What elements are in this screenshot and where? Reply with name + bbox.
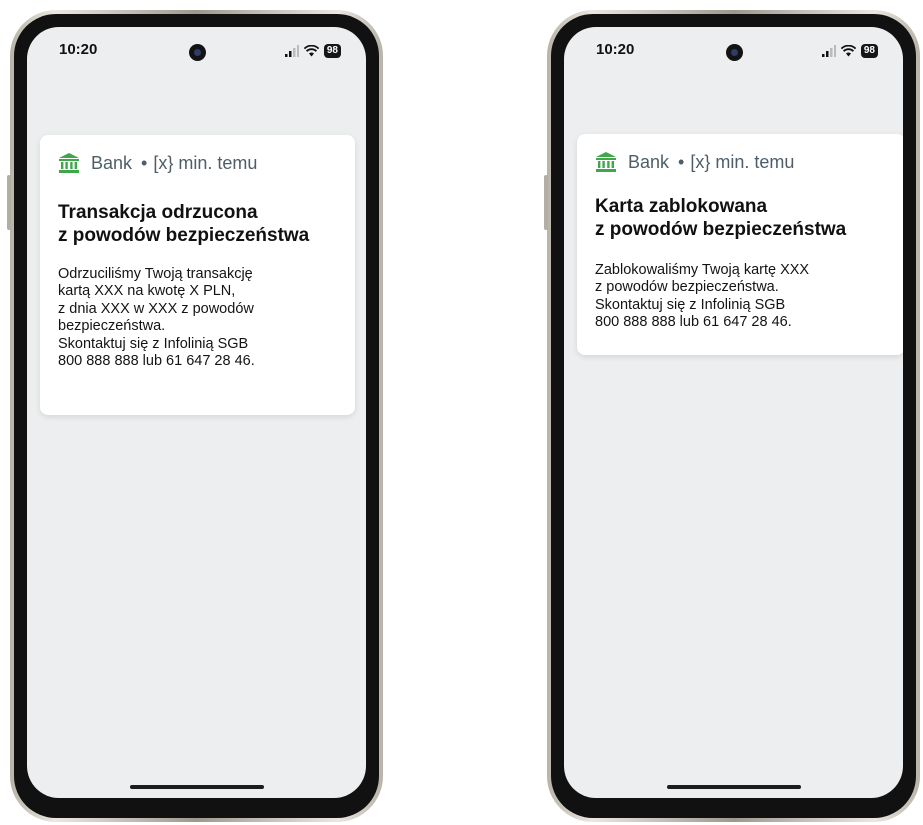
wifi-icon <box>303 45 319 57</box>
battery-icon: 98 <box>860 44 878 58</box>
phone-right: 10:20 98 Bank • [x} min. temu Karta zabl… <box>544 10 920 822</box>
header-separator: • <box>141 152 148 173</box>
status-icons: 98 <box>821 43 878 59</box>
notification-header: Bank • [x} min. temu <box>595 151 794 173</box>
home-indicator[interactable] <box>666 785 801 789</box>
battery-icon: 98 <box>323 44 341 58</box>
notification-title: Transakcja odrzucona z powodów bezpiecze… <box>58 202 310 246</box>
app-name: Bank <box>91 152 133 173</box>
front-camera <box>188 44 206 61</box>
signal-icon <box>284 45 299 57</box>
bank-icon <box>596 152 616 172</box>
notification-body: Odrzuciliśmy Twoją transakcję kartą XXX … <box>58 266 255 370</box>
notification-time: [x} min. temu <box>690 151 795 172</box>
header-separator: • <box>678 151 685 172</box>
status-icons: 98 <box>284 43 341 59</box>
status-bar: 10:20 98 <box>564 27 903 71</box>
app-name: Bank <box>628 151 670 172</box>
notification-header: Bank • [x} min. temu <box>58 152 257 174</box>
phone-screen: 10:20 98 <box>27 27 366 798</box>
phone-screen: 10:20 98 <box>564 27 903 798</box>
notification-time: [x} min. temu <box>153 152 258 173</box>
front-camera <box>725 44 743 61</box>
phone-bezel: 10:20 98 <box>551 14 916 818</box>
side-button <box>544 175 548 230</box>
signal-icon <box>821 45 836 57</box>
status-time: 10:20 <box>596 41 635 58</box>
side-button <box>7 175 11 230</box>
notification-card[interactable]: Bank • [x} min. temu Transakcja odrzucon… <box>40 135 355 415</box>
notification-card[interactable]: Bank • [x} min. temu Karta zablokowana z… <box>577 134 903 355</box>
bank-icon <box>59 153 79 173</box>
status-time: 10:20 <box>59 41 98 58</box>
phone-left: 10:20 98 Bank • [x} min. temu Transakcja… <box>7 10 383 822</box>
home-indicator[interactable] <box>129 785 264 789</box>
notification-body: Zablokowaliśmy Twoją kartę XXX z powodów… <box>595 262 810 331</box>
wifi-icon <box>840 45 856 57</box>
notification-title: Karta zablokowana z powodów bezpieczeńst… <box>595 196 847 240</box>
status-bar: 10:20 98 <box>27 27 366 71</box>
phone-bezel: 10:20 98 <box>14 14 379 818</box>
